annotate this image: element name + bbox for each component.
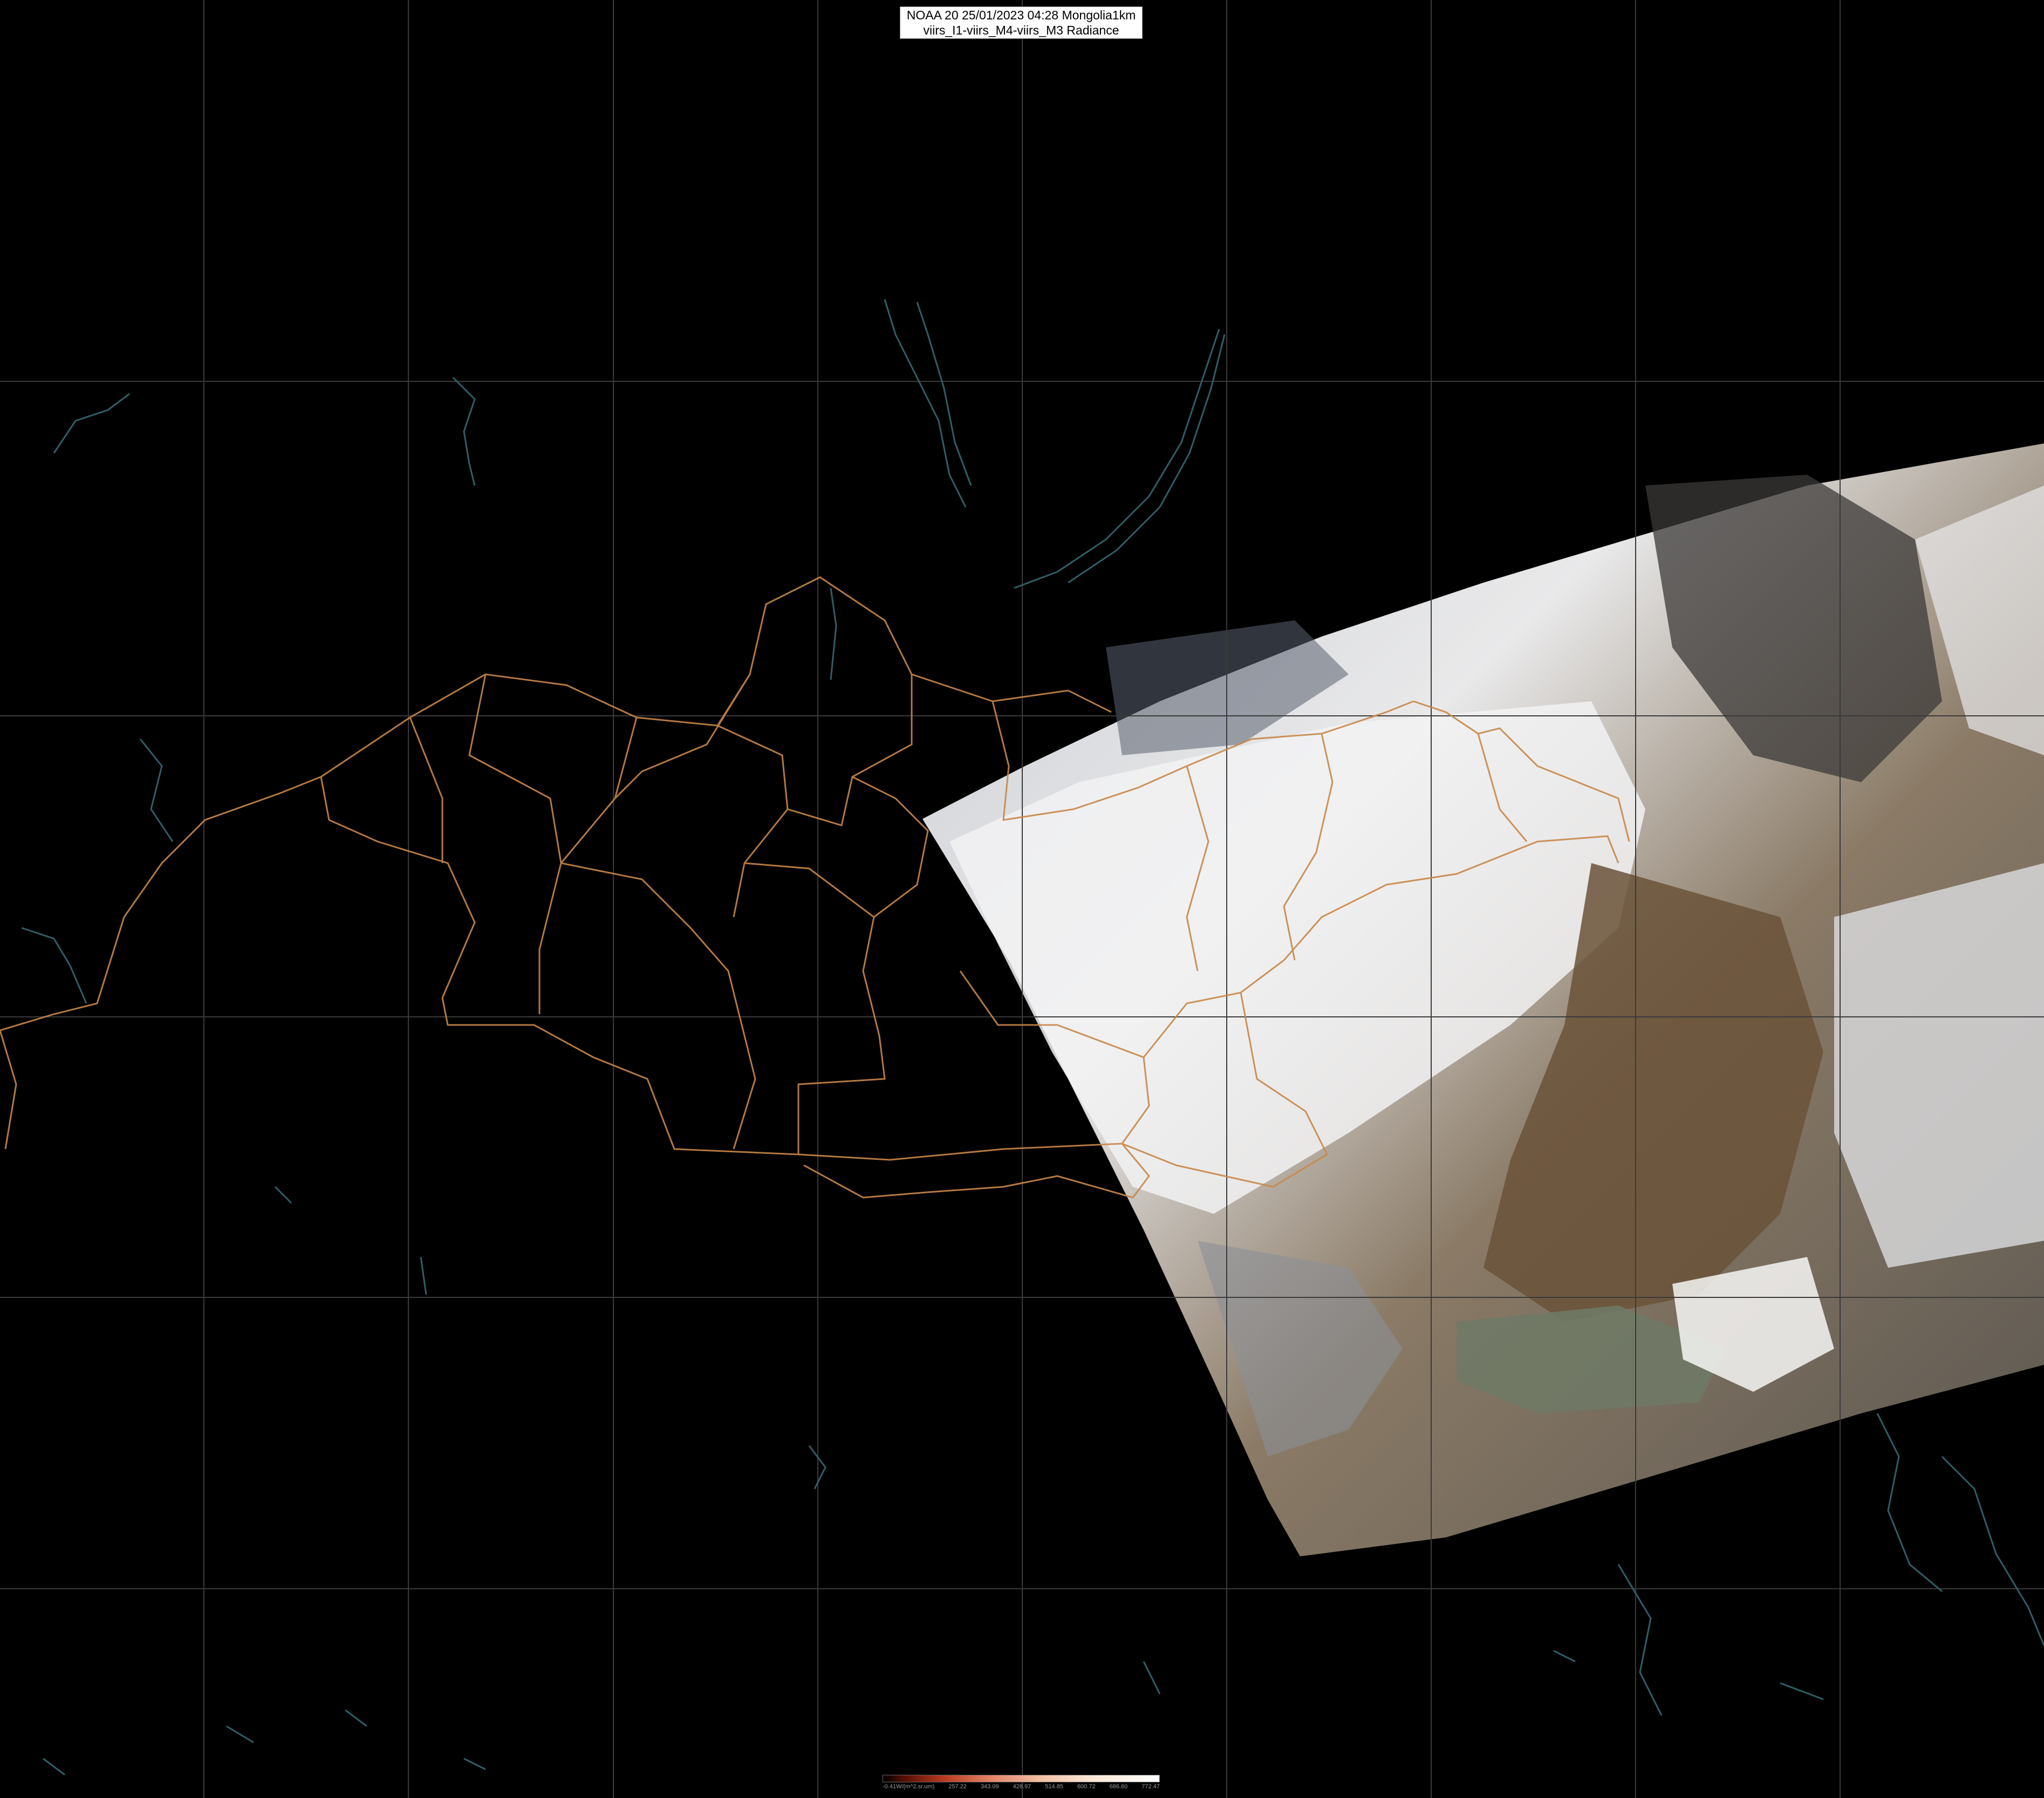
legend-label: 772.47: [1141, 1783, 1160, 1790]
legend-label: 257.22: [948, 1783, 967, 1790]
legend-label: 600.72: [1077, 1783, 1096, 1790]
legend-label: 514.85: [1045, 1783, 1063, 1790]
satellite-swath: [922, 443, 2044, 1556]
color-legend: -0.41W/(m^2.sr.um) 257.22 343.09 428.97 …: [883, 1775, 1160, 1791]
map-canvas: [0, 0, 2044, 1798]
legend-labels: -0.41W/(m^2.sr.um) 257.22 343.09 428.97 …: [883, 1783, 1160, 1791]
title-line-2: viirs_I1-viirs_M4-viirs_M3 Radiance: [923, 23, 1119, 37]
legend-label: 343.09: [980, 1783, 999, 1790]
title-line-1: NOAA 20 25/01/2023 04:28 Mongolia1km: [906, 8, 1136, 22]
legend-label: 428.97: [1013, 1783, 1031, 1790]
legend-label: 686.60: [1109, 1783, 1128, 1790]
map-title: NOAA 20 25/01/2023 04:28 Mongolia1km vii…: [900, 6, 1143, 39]
legend-color-bar: [883, 1775, 1160, 1782]
legend-label: -0.41W/(m^2.sr.um): [883, 1783, 935, 1790]
